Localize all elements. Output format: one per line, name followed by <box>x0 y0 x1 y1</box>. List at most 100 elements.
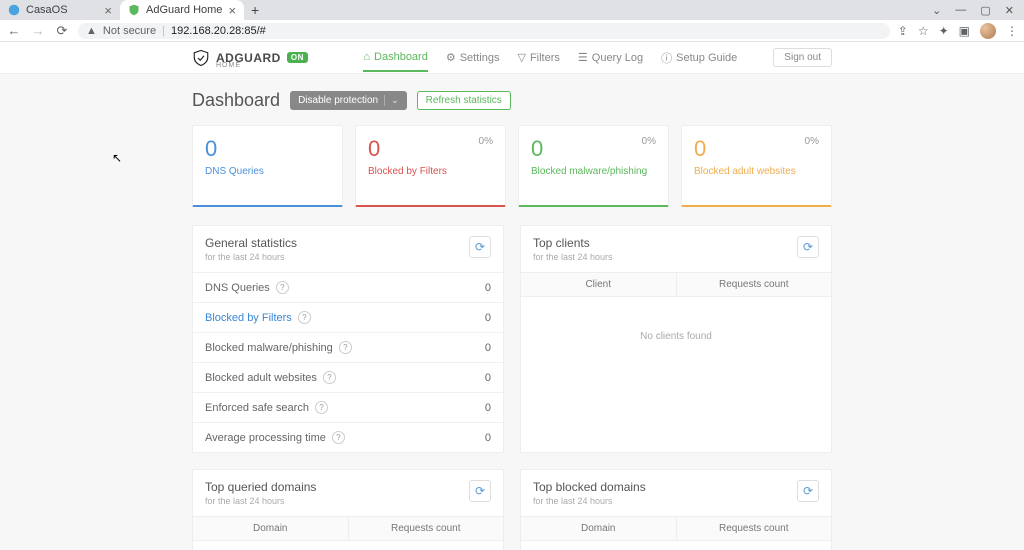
brand-sub: HOME <box>216 62 241 69</box>
card-blocked-filters[interactable]: 0% 0 Blocked by Filters <box>355 125 506 207</box>
page-header: Dashboard Disable protection ⌄ Refresh s… <box>192 90 832 111</box>
stat-value: 0 <box>485 312 491 324</box>
col-domain: Domain <box>521 517 677 540</box>
url-text: 192.168.20.28:85/# <box>171 25 266 37</box>
main-nav: ⌂Dashboard ⚙Settings ▽Filters ☰Query Log… <box>363 42 832 74</box>
stat-value: 0 <box>485 402 491 414</box>
panel-title: General statistics <box>205 236 297 250</box>
toolbar-actions: ⇪ ☆ ✦ ▣ ⋮ <box>898 23 1018 39</box>
refresh-icon[interactable]: ⟳ <box>797 480 819 502</box>
minimize-icon[interactable]: — <box>955 4 966 16</box>
help-icon[interactable]: ? <box>276 281 289 294</box>
panel-subtitle: for the last 24 hours <box>205 496 316 506</box>
page-title: Dashboard <box>192 90 280 111</box>
stat-value: 0 <box>485 432 491 444</box>
stat-row: Blocked malware/phishing?0 <box>193 332 503 362</box>
brand-logo[interactable]: ADGUARD ON HOME <box>192 49 308 67</box>
card-dns-queries[interactable]: 0 DNS Queries <box>192 125 343 207</box>
stat-row: Blocked adult websites?0 <box>193 362 503 392</box>
col-requests: Requests count <box>677 273 832 296</box>
panel-title: Top queried domains <box>205 480 316 494</box>
panel-general-statistics: General statistics for the last 24 hours… <box>192 225 504 453</box>
cursor-icon: ↖ <box>112 151 122 165</box>
tab-close-icon[interactable]: × <box>228 3 236 18</box>
extensions-icon[interactable]: ✦ <box>939 24 949 38</box>
chevron-down-icon[interactable]: ⌄ <box>932 4 941 17</box>
card-value: 0 <box>531 136 656 162</box>
address-bar[interactable]: ▲ Not secure | 192.168.20.28:85/# <box>78 23 890 39</box>
col-domain: Domain <box>193 517 349 540</box>
help-icon[interactable]: ? <box>298 311 311 324</box>
addr-separator: | <box>162 25 165 37</box>
app-header: ADGUARD ON HOME ⌂Dashboard ⚙Settings ▽Fi… <box>0 42 1024 74</box>
refresh-icon[interactable]: ⟳ <box>469 480 491 502</box>
nav-filters[interactable]: ▽Filters <box>517 43 559 72</box>
profile-avatar[interactable] <box>980 23 996 39</box>
refresh-icon[interactable]: ⟳ <box>797 236 819 258</box>
nav-setup-guide[interactable]: ⓘSetup Guide <box>661 42 737 74</box>
table-header: Client Requests count <box>521 272 831 297</box>
list-icon: ☰ <box>578 51 588 64</box>
card-blocked-adult[interactable]: 0% 0 Blocked adult websites <box>681 125 832 207</box>
tab-title: CasaOS <box>26 4 68 16</box>
dashboard-content: Dashboard Disable protection ⌄ Refresh s… <box>192 74 832 550</box>
panel-subtitle: for the last 24 hours <box>205 252 297 262</box>
panel-top-clients: Top clients for the last 24 hours ⟳ Clie… <box>520 225 832 453</box>
app-viewport: ADGUARD ON HOME ⌂Dashboard ⚙Settings ▽Fi… <box>0 42 1024 550</box>
tab-title: AdGuard Home <box>146 4 222 16</box>
help-icon[interactable]: ? <box>339 341 352 354</box>
share-icon[interactable]: ⇪ <box>898 24 908 38</box>
browser-tab-casaos[interactable]: CasaOS × <box>0 0 120 20</box>
nav-settings[interactable]: ⚙Settings <box>446 43 500 72</box>
col-client: Client <box>521 273 677 296</box>
reload-icon[interactable]: ⟳ <box>54 23 70 39</box>
help-icon[interactable]: ? <box>332 431 345 444</box>
sign-out-button[interactable]: Sign out <box>773 48 832 67</box>
card-value: 0 <box>368 136 493 162</box>
tab-close-icon[interactable]: × <box>104 3 112 18</box>
card-blocked-malware[interactable]: 0% 0 Blocked malware/phishing <box>518 125 669 207</box>
not-secure-label: Not secure <box>103 25 156 37</box>
summary-cards: 0 DNS Queries 0% 0 Blocked by Filters 0%… <box>192 125 832 207</box>
help-icon[interactable]: ? <box>315 401 328 414</box>
panel-top-blocked: Top blocked domains for the last 24 hour… <box>520 469 832 550</box>
col-requests: Requests count <box>677 517 832 540</box>
back-icon[interactable]: ← <box>6 23 22 38</box>
card-percent: 0% <box>642 136 656 147</box>
nav-query-log[interactable]: ☰Query Log <box>578 43 643 72</box>
refresh-stats-button[interactable]: Refresh statistics <box>417 91 511 110</box>
browser-toolbar: ← → ⟳ ▲ Not secure | 192.168.20.28:85/# … <box>0 20 1024 42</box>
funnel-icon: ▽ <box>517 51 525 64</box>
stat-value: 0 <box>485 372 491 384</box>
kebab-menu-icon[interactable]: ⋮ <box>1006 24 1018 38</box>
help-icon[interactable]: ? <box>323 371 336 384</box>
table-header: Domain Requests count <box>521 516 831 541</box>
card-percent: 0% <box>805 136 819 147</box>
browser-tabstrip: CasaOS × AdGuard Home × + ⌄ — ▢ ✕ <box>0 0 1024 20</box>
favicon-casaos <box>8 4 20 16</box>
puzzle-icon[interactable]: ▣ <box>959 24 970 38</box>
card-value: 0 <box>694 136 819 162</box>
maximize-icon[interactable]: ▢ <box>980 4 990 17</box>
new-tab-button[interactable]: + <box>244 0 266 20</box>
browser-tab-adguard[interactable]: AdGuard Home × <box>120 0 244 20</box>
refresh-icon[interactable]: ⟳ <box>469 236 491 258</box>
favicon-adguard <box>128 4 140 16</box>
table-header: Domain Requests count <box>193 516 503 541</box>
card-label: Blocked adult websites <box>694 166 819 177</box>
forward-icon[interactable]: → <box>30 23 46 38</box>
nav-dashboard[interactable]: ⌂Dashboard <box>363 43 427 72</box>
stat-row: DNS Queries?0 <box>193 272 503 302</box>
card-label: Blocked by Filters <box>368 166 493 177</box>
status-badge: ON <box>287 52 308 63</box>
stat-row[interactable]: Blocked by Filters?0 <box>193 302 503 332</box>
close-icon[interactable]: ✕ <box>1005 4 1014 17</box>
panel-title: Top blocked domains <box>533 480 646 494</box>
col-requests: Requests count <box>349 517 504 540</box>
stat-value: 0 <box>485 282 491 294</box>
bookmark-icon[interactable]: ☆ <box>918 24 929 38</box>
gear-icon: ⚙ <box>446 51 456 64</box>
stat-value: 0 <box>485 342 491 354</box>
window-controls: ⌄ — ▢ ✕ <box>922 0 1024 20</box>
disable-protection-button[interactable]: Disable protection ⌄ <box>290 91 407 110</box>
